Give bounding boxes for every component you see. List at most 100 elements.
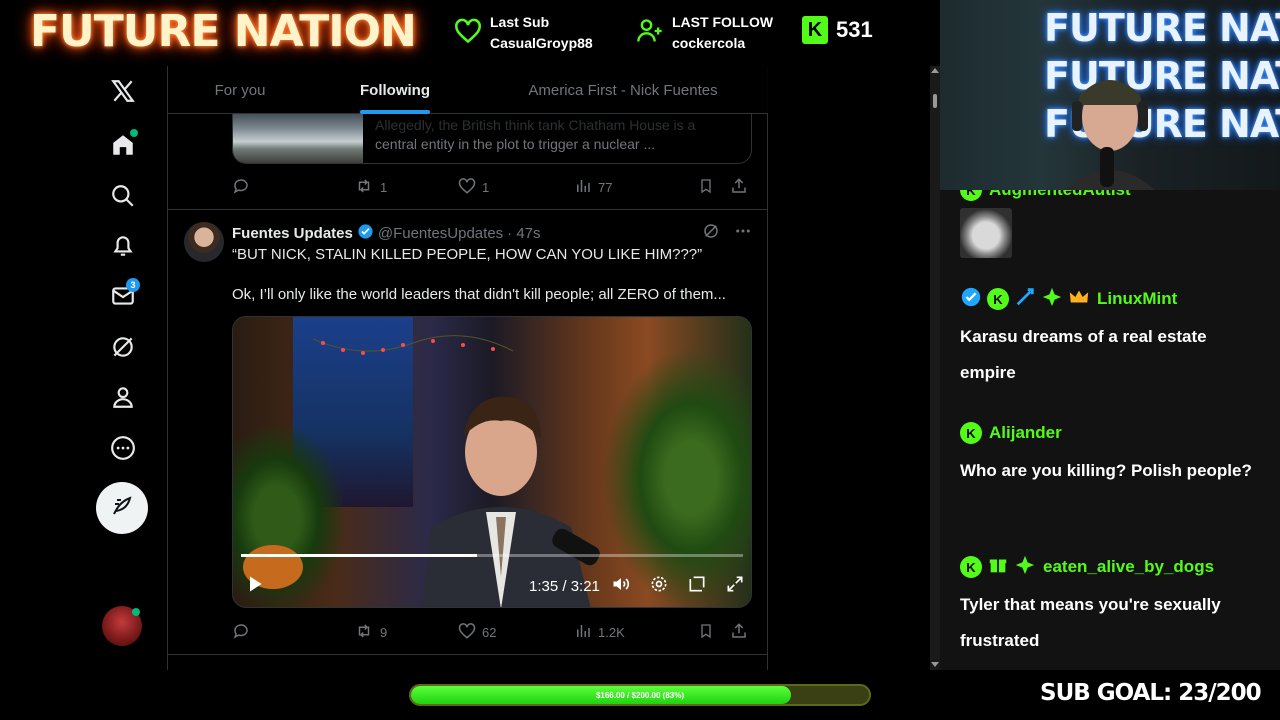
repost-icon	[354, 622, 374, 643]
tab-following[interactable]: Following	[312, 66, 478, 114]
sub-goal-progress-bar: $166.00 / $200.00 (83%)	[409, 684, 871, 706]
like-button[interactable]: 1	[458, 177, 574, 198]
chat-emote	[960, 208, 1012, 258]
chat-text: Karasu dreams of a real estate empire	[960, 327, 1207, 382]
video-plant-right	[601, 347, 751, 607]
heart-icon	[454, 18, 482, 49]
viewer-count: 531	[836, 17, 873, 42]
share-button[interactable]	[730, 622, 750, 643]
reply-icon	[232, 177, 250, 198]
video-player[interactable]: 1:35 / 3:21	[232, 316, 752, 608]
divider	[168, 654, 768, 655]
x-window: 3 For you Following America First - Nick…	[0, 66, 940, 670]
chat-username[interactable]: eaten_alive_by_dogs	[1043, 557, 1214, 577]
sub-goal-label: SUB GOAL: 23/200	[1040, 680, 1262, 706]
viewer-count-widget: K 531	[802, 16, 873, 44]
repost-count: 1	[380, 179, 388, 195]
reply-button[interactable]	[232, 177, 354, 198]
video-controls: 1:35 / 3:21	[233, 571, 751, 601]
grok-explain-icon[interactable]	[702, 222, 720, 245]
last-follow-widget: LAST FOLLOW cockercola	[636, 12, 773, 54]
fullscreen-icon[interactable]	[725, 574, 745, 599]
tab-for-you[interactable]: For you	[168, 66, 312, 114]
bookmark-button[interactable]	[698, 177, 730, 198]
scroll-thumb[interactable]	[933, 94, 937, 108]
grok-icon[interactable]	[96, 325, 150, 369]
like-button[interactable]: 62	[458, 622, 574, 643]
chat-text: Tyler that means you're sexually frustra…	[960, 595, 1221, 650]
tweet[interactable]: Fuentes Updates @FuentesUpdates · 47s “B…	[168, 210, 768, 655]
kick-logo-icon: K	[802, 16, 828, 44]
chat-message: K eaten_alive_by_dogs Tyler that means y…	[960, 555, 1260, 659]
sword-icon	[1014, 286, 1036, 313]
verified-badge-icon	[357, 223, 374, 244]
share-button[interactable]	[730, 177, 750, 198]
chat-username[interactable]: AugmentedAutist	[989, 190, 1131, 200]
account-avatar[interactable]	[102, 606, 142, 646]
chat-message: K Alijander Who are you killing? Polish …	[960, 421, 1260, 489]
kick-badge-icon: K	[960, 190, 982, 201]
video-time: 1:35 / 3:21	[529, 577, 600, 595]
add-user-icon	[636, 17, 664, 50]
reply-icon	[232, 622, 250, 643]
link-card-text-2: central entity in the plot to trigger a …	[375, 136, 656, 152]
neon-sign-1: FUTURE NATION	[1044, 6, 1280, 50]
volume-icon[interactable]	[611, 574, 631, 599]
crown-icon	[1068, 286, 1090, 313]
more-options-icon[interactable]	[734, 222, 752, 245]
repost-button[interactable]: 9	[354, 622, 458, 643]
views-count: 77	[598, 179, 613, 195]
reply-button[interactable]	[232, 622, 354, 643]
link-card[interactable]: Allegedly, the British think tank Chatha…	[232, 114, 752, 164]
tweet-avatar[interactable]	[184, 222, 224, 262]
profile-icon[interactable]	[96, 375, 150, 419]
scroll-down-arrow-icon[interactable]	[931, 662, 939, 667]
tweet-text-line-1: “BUT NICK, STALIN KILLED PEOPLE, HOW CAN…	[232, 246, 703, 263]
tweet-handle[interactable]: @FuentesUpdates	[378, 225, 503, 242]
chat-username[interactable]: LinuxMint	[1097, 289, 1177, 309]
online-dot	[132, 608, 140, 616]
bookmark-button[interactable]	[698, 622, 730, 643]
like-count: 1	[482, 179, 490, 195]
share-icon	[730, 177, 748, 198]
repost-button[interactable]: 1	[354, 177, 458, 198]
timeline-tabs: For you Following America First - Nick F…	[168, 66, 768, 114]
tweet-time[interactable]: · 47s	[507, 225, 540, 242]
search-icon[interactable]	[96, 174, 150, 218]
tweet-author-name[interactable]: Fuentes Updates	[232, 225, 353, 242]
sub-goal-progress-text: $166.00 / $200.00 (83%)	[595, 690, 685, 700]
verified-badge-icon	[960, 286, 982, 313]
stream-top-bar: FUTURE NATION Last Sub CasualGroyp88 LAS…	[0, 0, 940, 66]
last-sub-label: Last Sub	[490, 14, 550, 30]
video-progress-fill	[241, 554, 477, 557]
bookmark-icon	[698, 177, 714, 198]
scrollbar[interactable]	[930, 66, 940, 670]
kick-badge-icon: K	[960, 556, 982, 578]
messages-badge: 3	[126, 278, 140, 292]
views-button[interactable]: 1.2K	[574, 622, 698, 643]
tweet-header: Fuentes Updates @FuentesUpdates · 47s	[232, 223, 541, 244]
views-button[interactable]: 77	[574, 177, 698, 198]
last-sub-widget: Last Sub CasualGroyp88	[454, 12, 593, 54]
tweet-actions: 9 62 1.2K	[232, 622, 752, 642]
scroll-up-arrow-icon[interactable]	[931, 68, 939, 73]
bookmark-icon	[698, 622, 714, 643]
webcam-feed: FUTURE NATION FUTURE NATION FUTURE NATIO…	[940, 0, 1280, 190]
notifications-icon[interactable]	[96, 224, 150, 268]
chat-text: Who are you killing? Polish people?	[960, 461, 1252, 480]
post-button[interactable]	[96, 482, 148, 534]
video-progress-track[interactable]	[241, 554, 743, 557]
tab-america-first[interactable]: America First - Nick Fuentes	[478, 66, 768, 114]
messages-icon[interactable]: 3	[96, 274, 150, 318]
settings-icon[interactable]	[649, 574, 669, 599]
more-icon[interactable]	[96, 426, 150, 470]
chat-panel: K AugmentedAutist K LinuxMint Karasu dre…	[940, 190, 1280, 670]
pip-icon[interactable]	[687, 574, 707, 599]
stream-bottom-bar: $166.00 / $200.00 (83%) SUB GOAL: 23/200	[0, 670, 1280, 720]
chat-username[interactable]: Alijander	[989, 423, 1062, 443]
like-count: 62	[482, 624, 497, 640]
kick-badge-icon: K	[960, 422, 982, 444]
play-icon[interactable]	[245, 574, 265, 599]
home-icon[interactable]	[96, 123, 150, 167]
x-logo-icon[interactable]	[96, 69, 150, 113]
